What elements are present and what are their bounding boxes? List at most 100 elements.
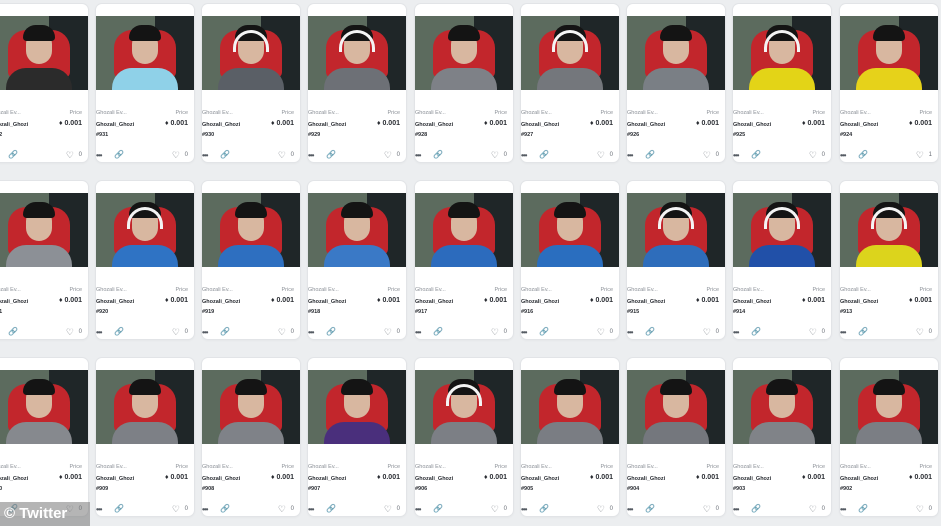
nft-card[interactable]: Ghozali Ev... Ghozali_Ghozi #905 Price ♦… <box>521 358 619 516</box>
nft-card[interactable]: Ghozali Ev... Ghozali_Ghozi #927 Price ♦… <box>521 4 619 162</box>
favorite-icon[interactable]: ♡ <box>916 327 924 338</box>
collection-name[interactable]: Ghozali Ev... <box>733 110 764 116</box>
favorite-icon[interactable]: ♡ <box>703 150 711 161</box>
collection-name[interactable]: Ghozali Ev... <box>96 287 127 293</box>
more-options-icon[interactable]: ••• <box>521 505 527 514</box>
more-options-icon[interactable]: ••• <box>627 505 633 514</box>
favorite-icon[interactable]: ♡ <box>66 150 74 161</box>
favorite-icon[interactable]: ♡ <box>66 327 74 338</box>
nft-thumbnail[interactable] <box>202 193 300 267</box>
nft-thumbnail[interactable] <box>308 16 406 90</box>
nft-card[interactable]: Ghozali Ev... Ghozali_Ghozi #921 Price ♦… <box>0 181 88 339</box>
collection-name[interactable]: Ghozali Ev... <box>0 464 21 470</box>
nft-thumbnail[interactable] <box>733 193 831 267</box>
more-options-icon[interactable]: ••• <box>840 328 846 337</box>
collection-name[interactable]: Ghozali Ev... <box>415 464 446 470</box>
nft-card[interactable]: Ghozali Ev... Ghozali_Ghozi #920 Price ♦… <box>96 181 194 339</box>
nft-thumbnail[interactable] <box>202 16 300 90</box>
nft-thumbnail[interactable] <box>0 193 88 267</box>
favorite-icon[interactable]: ♡ <box>809 150 817 161</box>
collection-name[interactable]: Ghozali Ev... <box>521 464 552 470</box>
more-options-icon[interactable]: ••• <box>202 151 208 160</box>
collection-name[interactable]: Ghozali Ev... <box>0 110 21 116</box>
collection-name[interactable]: Ghozali Ev... <box>96 110 127 116</box>
link-icon[interactable]: 🔗 <box>858 504 868 513</box>
favorite-icon[interactable]: ♡ <box>597 150 605 161</box>
nft-card[interactable]: Ghozali Ev... Ghozali_Ghozi #926 Price ♦… <box>627 4 725 162</box>
nft-thumbnail[interactable] <box>96 16 194 90</box>
nft-card[interactable]: Ghozali Ev... Ghozali_Ghozi #913 Price ♦… <box>840 181 938 339</box>
nft-thumbnail[interactable] <box>733 16 831 90</box>
link-icon[interactable]: 🔗 <box>539 504 549 513</box>
link-icon[interactable]: 🔗 <box>858 150 868 159</box>
more-options-icon[interactable]: ••• <box>415 328 421 337</box>
more-options-icon[interactable]: ••• <box>202 328 208 337</box>
nft-thumbnail[interactable] <box>840 16 938 90</box>
collection-name[interactable]: Ghozali Ev... <box>202 110 233 116</box>
favorite-icon[interactable]: ♡ <box>172 150 180 161</box>
nft-card[interactable]: Ghozali Ev... Ghozali_Ghozi #904 Price ♦… <box>627 358 725 516</box>
collection-name[interactable]: Ghozali Ev... <box>840 464 871 470</box>
nft-thumbnail[interactable] <box>627 16 725 90</box>
collection-name[interactable]: Ghozali Ev... <box>0 287 21 293</box>
more-options-icon[interactable]: ••• <box>96 151 102 160</box>
link-icon[interactable]: 🔗 <box>645 150 655 159</box>
link-icon[interactable]: 🔗 <box>751 327 761 336</box>
collection-name[interactable]: Ghozali Ev... <box>840 110 871 116</box>
nft-thumbnail[interactable] <box>415 370 513 444</box>
nft-card[interactable]: Ghozali Ev... Ghozali_Ghozi #916 Price ♦… <box>521 181 619 339</box>
link-icon[interactable]: 🔗 <box>751 504 761 513</box>
collection-name[interactable]: Ghozali Ev... <box>733 464 764 470</box>
collection-name[interactable]: Ghozali Ev... <box>521 287 552 293</box>
collection-name[interactable]: Ghozali Ev... <box>627 464 658 470</box>
nft-thumbnail[interactable] <box>733 370 831 444</box>
favorite-icon[interactable]: ♡ <box>278 504 286 515</box>
collection-name[interactable]: Ghozali Ev... <box>627 287 658 293</box>
nft-thumbnail[interactable] <box>415 16 513 90</box>
nft-thumbnail[interactable] <box>521 193 619 267</box>
nft-thumbnail[interactable] <box>308 370 406 444</box>
favorite-icon[interactable]: ♡ <box>384 504 392 515</box>
favorite-icon[interactable]: ♡ <box>384 150 392 161</box>
collection-name[interactable]: Ghozali Ev... <box>627 110 658 116</box>
nft-card[interactable]: Ghozali Ev... Ghozali_Ghozi #909 Price ♦… <box>96 358 194 516</box>
collection-name[interactable]: Ghozali Ev... <box>521 110 552 116</box>
collection-name[interactable]: Ghozali Ev... <box>733 287 764 293</box>
link-icon[interactable]: 🔗 <box>645 327 655 336</box>
nft-card[interactable]: Ghozali Ev... Ghozali_Ghozi #929 Price ♦… <box>308 4 406 162</box>
favorite-icon[interactable]: ♡ <box>278 150 286 161</box>
more-options-icon[interactable]: ••• <box>308 151 314 160</box>
nft-card[interactable]: Ghozali Ev... Ghozali_Ghozi #928 Price ♦… <box>415 4 513 162</box>
favorite-icon[interactable]: ♡ <box>703 504 711 515</box>
link-icon[interactable]: 🔗 <box>220 504 230 513</box>
more-options-icon[interactable]: ••• <box>415 151 421 160</box>
favorite-icon[interactable]: ♡ <box>597 504 605 515</box>
more-options-icon[interactable]: ••• <box>96 328 102 337</box>
link-icon[interactable]: 🔗 <box>539 327 549 336</box>
link-icon[interactable]: 🔗 <box>433 150 443 159</box>
link-icon[interactable]: 🔗 <box>433 327 443 336</box>
nft-thumbnail[interactable] <box>521 16 619 90</box>
collection-name[interactable]: Ghozali Ev... <box>308 287 339 293</box>
nft-thumbnail[interactable] <box>308 193 406 267</box>
more-options-icon[interactable]: ••• <box>308 328 314 337</box>
link-icon[interactable]: 🔗 <box>8 327 18 336</box>
favorite-icon[interactable]: ♡ <box>491 504 499 515</box>
more-options-icon[interactable]: ••• <box>840 151 846 160</box>
favorite-icon[interactable]: ♡ <box>703 327 711 338</box>
link-icon[interactable]: 🔗 <box>114 327 124 336</box>
favorite-icon[interactable]: ♡ <box>384 327 392 338</box>
more-options-icon[interactable]: ••• <box>627 151 633 160</box>
nft-card[interactable]: Ghozali Ev... Ghozali_Ghozi #917 Price ♦… <box>415 181 513 339</box>
more-options-icon[interactable]: ••• <box>733 328 739 337</box>
more-options-icon[interactable]: ••• <box>415 505 421 514</box>
collection-name[interactable]: Ghozali Ev... <box>415 110 446 116</box>
favorite-icon[interactable]: ♡ <box>491 150 499 161</box>
nft-thumbnail[interactable] <box>627 370 725 444</box>
collection-name[interactable]: Ghozali Ev... <box>308 464 339 470</box>
link-icon[interactable]: 🔗 <box>858 327 868 336</box>
nft-thumbnail[interactable] <box>96 370 194 444</box>
nft-card[interactable]: Ghozali Ev... Ghozali_Ghozi #915 Price ♦… <box>627 181 725 339</box>
link-icon[interactable]: 🔗 <box>326 327 336 336</box>
nft-card[interactable]: Ghozali Ev... Ghozali_Ghozi #914 Price ♦… <box>733 181 831 339</box>
